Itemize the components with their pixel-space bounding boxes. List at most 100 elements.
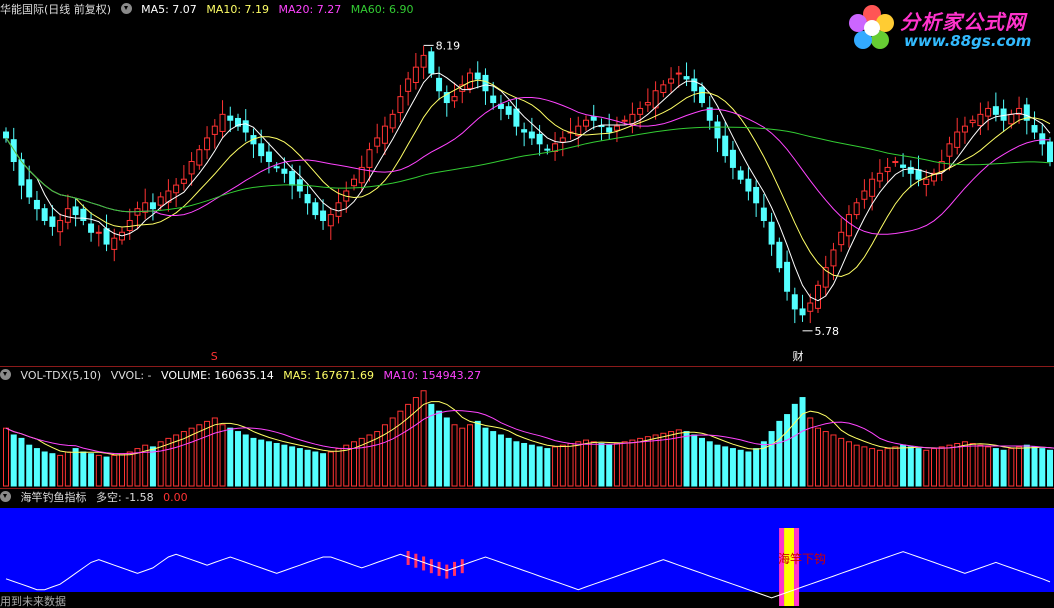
volume-bar [799,397,806,487]
candle-body [583,119,589,127]
chart-canvas: 8.19 5.78 财 S [0,39,1054,606]
volume-bar [637,437,644,487]
volume-bar [861,446,868,487]
volume-bar [497,434,504,487]
volume-bar [768,431,775,487]
volume-bar [242,434,249,487]
volume-bar [1031,446,1038,487]
candle-body [621,119,628,122]
volume-bar [72,448,79,487]
volume-bar [304,449,311,487]
legend-volume: VOLUME: 160635.14 [161,369,274,382]
candle-body [768,221,775,245]
volume-bar [737,449,744,487]
volume-bar [845,441,852,487]
volume-bar [621,441,628,487]
candle-body [961,125,968,133]
candle-body [714,121,721,139]
candle-body [791,294,798,310]
legend-ma60: MA60: 6.90 [350,3,414,16]
volume-bar [954,442,961,487]
candle-body [946,143,953,157]
legend-zero: 0.00 [163,491,188,504]
candle-body [273,166,280,169]
volume-bar [327,451,334,487]
candle-body [397,96,404,114]
candle-body [41,208,48,221]
volume-bar [273,442,280,487]
candle-body [675,72,682,75]
candle-body [544,148,551,151]
candle-body [1047,141,1053,163]
volume-bar [33,448,40,487]
chevron-down-icon[interactable] [0,369,11,380]
volume-bar [528,444,535,487]
volume-bar [49,453,56,487]
candle-body [335,202,342,217]
indicator-panel-background [0,508,1054,592]
indicator-red-bar [460,559,464,574]
volume-bar [3,427,9,487]
legend-ma10: MA10: 7.19 [206,3,270,16]
volume-bar [884,448,891,487]
candle-body [482,74,489,92]
main-chart-title[interactable]: 华能国际(日线 前复权) [0,3,111,16]
signal-magenta-bar [794,528,800,606]
volume-bar [776,420,783,487]
candle-body [845,214,852,237]
indicator-header: 海竿钓鱼指标 多空: -1.58 0.00 [0,489,194,507]
candle-body [606,127,613,133]
volume-bar [41,451,48,487]
volume-bar [729,448,736,487]
candle-body [227,115,234,121]
candle-body [900,164,907,168]
volume-bar [157,441,164,487]
candle-body [838,231,845,246]
volume-bar [211,417,218,487]
volume-bar [374,431,381,487]
volume-bar [26,444,33,487]
candle-body [103,228,110,245]
chevron-down-icon[interactable] [0,491,11,502]
volume-bar [838,437,845,487]
candle-body [366,149,373,168]
candle-body [88,223,95,233]
candle-body [57,219,64,233]
candle-body [683,76,690,80]
volume-bar [521,442,528,487]
indicator-red-bar [437,561,441,576]
indicator-red-bar [429,559,433,574]
volume-bar [126,451,133,487]
candle-body [559,137,566,143]
volume-bar [668,431,675,487]
volume-bar [590,441,597,487]
volume-bar [281,444,288,487]
candle-body [389,113,396,129]
volume-bar [915,448,922,487]
volume-bar [1047,449,1053,487]
volume-bar [467,424,473,487]
chevron-down-icon[interactable] [120,3,132,14]
candle-body [451,96,458,102]
fish-signal-label: 海竿下钩 [778,552,827,566]
candle-body [853,202,860,216]
volume-bar [1000,449,1007,487]
candle-body [613,125,620,131]
volume-bar [961,441,968,487]
volume-bar [505,437,512,487]
legend-ma5: MA5: 7.07 [141,3,197,16]
candle-body [1008,113,1015,125]
indicator-name[interactable]: 海竿钓鱼指标 [21,491,87,504]
volume-indicator-name[interactable]: VOL-TDX(5,10) [21,369,102,382]
candle-body [644,102,651,106]
volume-bar [443,417,450,487]
candle-body [289,171,296,186]
volume-bar [552,446,559,487]
logo-url-text: www.88gs.com [904,32,1032,50]
indicator-red-bar [406,551,410,565]
candle-body [876,172,883,182]
volume-bar [1039,448,1046,487]
volume-bar [80,451,87,487]
volume-bar [235,431,241,487]
candle-body [374,137,381,147]
